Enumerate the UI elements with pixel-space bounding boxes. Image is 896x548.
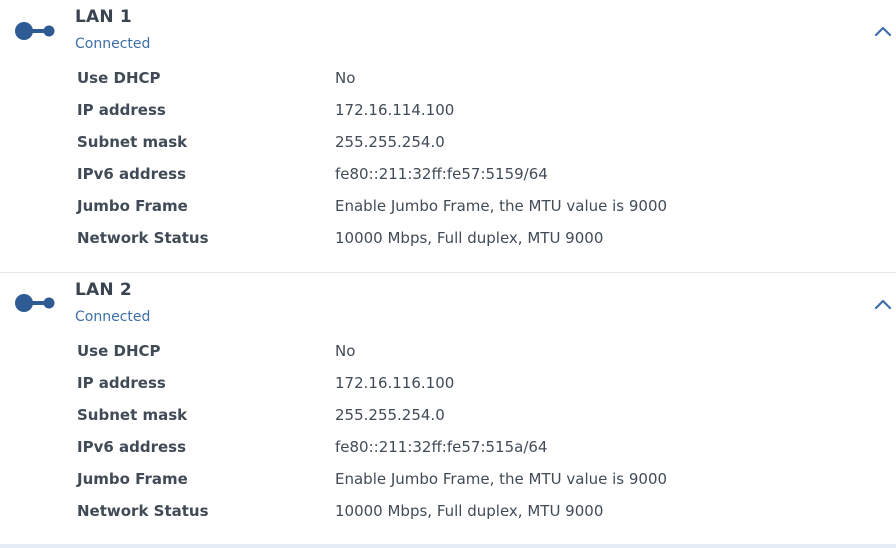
- detail-value: 10000 Mbps, Full duplex, MTU 9000: [335, 229, 604, 247]
- detail-row-subnet-mask: Subnet mask 255.255.254.0: [77, 400, 857, 432]
- detail-label: Jumbo Frame: [77, 470, 188, 488]
- network-connector-icon: [15, 294, 55, 312]
- detail-value: 10000 Mbps, Full duplex, MTU 9000: [335, 502, 604, 520]
- detail-label: IPv6 address: [77, 165, 187, 183]
- detail-row-use-dhcp: Use DHCP No: [77, 336, 857, 368]
- detail-label: Subnet mask: [77, 406, 188, 424]
- panel-bottom-border: [0, 544, 896, 548]
- detail-label: Subnet mask: [77, 133, 188, 151]
- detail-row-ipv6-address: IPv6 address fe80::211:32ff:fe57:515a/64: [77, 432, 857, 464]
- lan-1-collapse-button[interactable]: [870, 20, 896, 42]
- detail-label: Jumbo Frame: [77, 197, 188, 215]
- detail-value: 172.16.114.100: [335, 101, 455, 119]
- detail-value: fe80::211:32ff:fe57:5159/64: [335, 165, 548, 183]
- detail-label: Use DHCP: [77, 342, 161, 360]
- detail-value: fe80::211:32ff:fe57:515a/64: [335, 438, 548, 456]
- detail-label: IP address: [77, 101, 166, 119]
- detail-label: Network Status: [77, 229, 209, 247]
- lan-1-details: Use DHCP No IP address 172.16.114.100 Su…: [77, 63, 857, 255]
- detail-row-ip-address: IP address 172.16.114.100: [77, 95, 857, 127]
- lan-2-details: Use DHCP No IP address 172.16.116.100 Su…: [77, 336, 857, 528]
- lan-1-status: Connected: [75, 36, 151, 52]
- detail-row-jumbo-frame: Jumbo Frame Enable Jumbo Frame, the MTU …: [77, 464, 857, 496]
- detail-value: Enable Jumbo Frame, the MTU value is 900…: [335, 197, 668, 215]
- detail-label: Network Status: [77, 502, 209, 520]
- detail-value: 255.255.254.0: [335, 406, 445, 424]
- lan-2-title: LAN 2: [75, 280, 132, 300]
- lan-2-status: Connected: [75, 309, 151, 325]
- detail-row-use-dhcp: Use DHCP No: [77, 63, 857, 95]
- chevron-up-icon: [874, 26, 892, 37]
- detail-label: IP address: [77, 374, 166, 392]
- chevron-up-icon: [874, 299, 892, 310]
- lan-2-collapse-button[interactable]: [870, 293, 896, 315]
- detail-value: 255.255.254.0: [335, 133, 445, 151]
- detail-value: No: [335, 69, 356, 87]
- detail-row-jumbo-frame: Jumbo Frame Enable Jumbo Frame, the MTU …: [77, 191, 857, 223]
- detail-value: No: [335, 342, 356, 360]
- detail-row-ipv6-address: IPv6 address fe80::211:32ff:fe57:5159/64: [77, 159, 857, 191]
- detail-value: 172.16.116.100: [335, 374, 455, 392]
- lan-1-title: LAN 1: [75, 7, 132, 27]
- detail-label: IPv6 address: [77, 438, 187, 456]
- lan-1-panel: LAN 1 Connected Use DHCP No IP address 1…: [0, 0, 896, 273]
- lan-2-panel: LAN 2 Connected Use DHCP No IP address 1…: [0, 273, 896, 548]
- detail-row-network-status: Network Status 10000 Mbps, Full duplex, …: [77, 223, 857, 255]
- detail-label: Use DHCP: [77, 69, 161, 87]
- detail-row-subnet-mask: Subnet mask 255.255.254.0: [77, 127, 857, 159]
- network-connector-icon: [15, 22, 55, 40]
- detail-row-network-status: Network Status 10000 Mbps, Full duplex, …: [77, 496, 857, 528]
- detail-row-ip-address: IP address 172.16.116.100: [77, 368, 857, 400]
- detail-value: Enable Jumbo Frame, the MTU value is 900…: [335, 470, 668, 488]
